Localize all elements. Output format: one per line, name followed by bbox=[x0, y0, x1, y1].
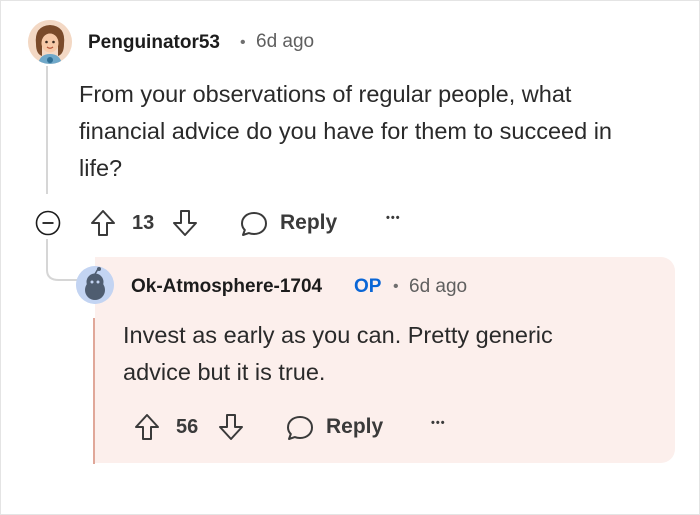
thread-line-vertical bbox=[46, 66, 48, 194]
parent-text-line: From your observations of regular people… bbox=[79, 81, 572, 107]
parent-username[interactable]: Penguinator53 bbox=[88, 32, 220, 54]
parent-timestamp[interactable]: 6d ago bbox=[256, 31, 314, 53]
reply-comment-text: Invest as early as you can. Pretty gener… bbox=[123, 317, 663, 391]
reddit-snoo-avatar-icon bbox=[76, 266, 114, 304]
parent-reply-label: Reply bbox=[280, 211, 338, 234]
reply-text-line: advice but it is true. bbox=[123, 359, 326, 385]
reply-reply-button[interactable]: Reply bbox=[284, 410, 394, 444]
reply-reply-label: Reply bbox=[326, 415, 384, 438]
parent-reply-button[interactable]: Reply bbox=[238, 206, 348, 240]
reply-username[interactable]: Ok-Atmosphere-1704 bbox=[131, 276, 322, 298]
reply-accent-line bbox=[93, 318, 95, 464]
minus-circle-icon bbox=[35, 210, 61, 236]
parent-more-options[interactable]: ••• bbox=[386, 212, 401, 224]
reply-timestamp[interactable]: 6d ago bbox=[409, 276, 467, 298]
upvote-icon[interactable] bbox=[90, 209, 116, 237]
collapse-button[interactable] bbox=[35, 210, 61, 236]
reply-vote-count: 56 bbox=[176, 416, 199, 438]
reply-speech-bubble-icon bbox=[287, 416, 313, 440]
parent-text-line: life? bbox=[79, 155, 123, 181]
reply-avatar[interactable] bbox=[76, 266, 114, 304]
parent-separator: • bbox=[240, 34, 246, 51]
reply-text-line: Invest as early as you can. Pretty gener… bbox=[123, 322, 553, 348]
parent-text-line: financial advice do you have for them to… bbox=[79, 118, 612, 144]
parent-comment-text: From your observations of regular people… bbox=[79, 76, 679, 187]
parent-avatar[interactable] bbox=[28, 20, 72, 64]
parent-vote-count: 13 bbox=[132, 212, 155, 234]
op-badge: OP bbox=[354, 276, 382, 297]
reply-downvote-icon[interactable] bbox=[218, 413, 244, 441]
downvote-icon[interactable] bbox=[172, 209, 198, 237]
speech-bubble-icon bbox=[241, 212, 267, 236]
reply-more-options[interactable]: ••• bbox=[431, 417, 446, 429]
reply-upvote-icon[interactable] bbox=[134, 413, 160, 441]
reply-separator: • bbox=[393, 278, 399, 295]
cartoon-girl-avatar-icon bbox=[28, 20, 72, 64]
